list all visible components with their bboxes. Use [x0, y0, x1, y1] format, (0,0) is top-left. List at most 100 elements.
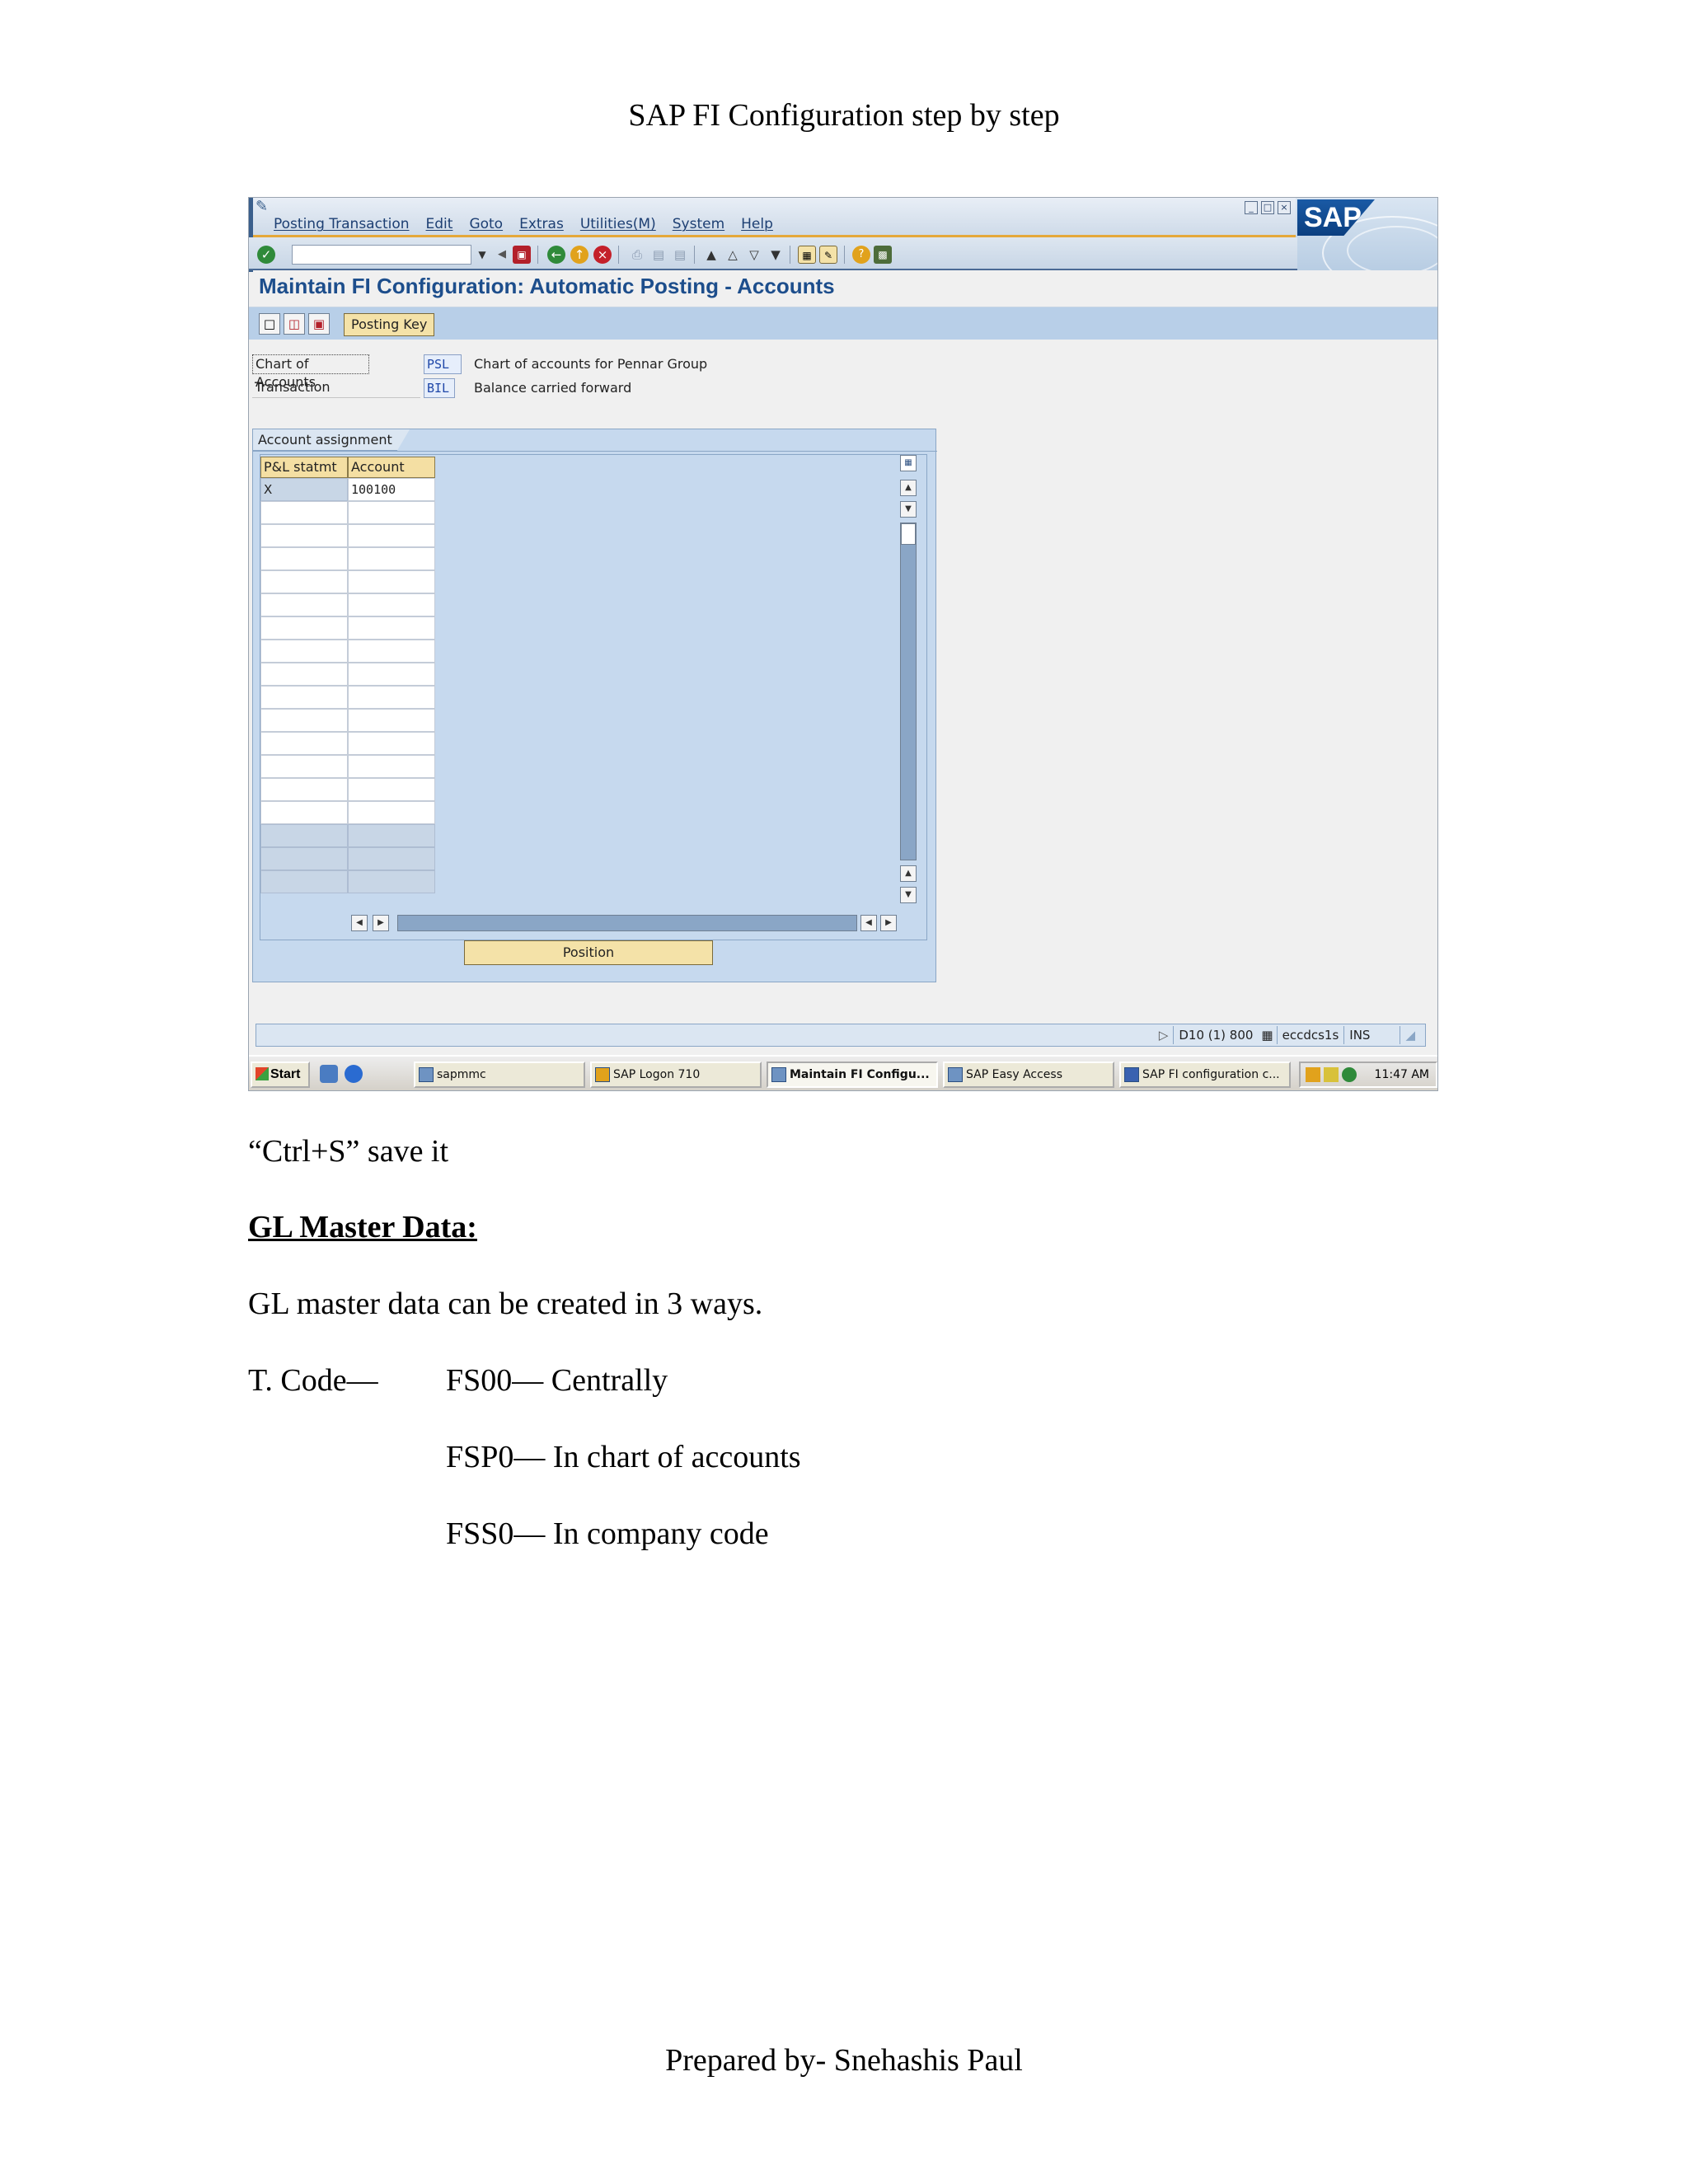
empty-table-cell[interactable] [348, 547, 435, 570]
tray-sap-icon[interactable] [1306, 1067, 1320, 1082]
scroll-right-end-icon[interactable]: ▶ [880, 915, 897, 931]
next-page-icon[interactable]: ▽ [745, 246, 763, 264]
empty-table-cell[interactable] [260, 547, 348, 570]
menu-utilities[interactable]: Utilities(M) [580, 216, 656, 234]
transaction-value[interactable]: BIL [424, 378, 455, 398]
system-info-icon[interactable]: ▦ [1258, 1026, 1276, 1044]
menu-edit[interactable]: Edit [426, 216, 453, 234]
menu-system[interactable]: System [673, 216, 724, 234]
enter-check-icon[interactable]: ✓ [257, 246, 275, 264]
empty-table-cell[interactable] [260, 640, 348, 663]
scroll-right-icon[interactable]: ▶ [373, 915, 389, 931]
empty-table-cell[interactable] [260, 524, 348, 547]
empty-table-cell[interactable] [260, 616, 348, 640]
previous-page-icon[interactable]: △ [724, 246, 742, 264]
minimize-icon[interactable]: _ [1245, 201, 1258, 214]
help-icon[interactable]: ? [852, 246, 870, 264]
empty-table-cell[interactable] [260, 686, 348, 709]
empty-table-cell[interactable] [348, 755, 435, 778]
back-arrow-small-icon[interactable]: ◀ [493, 246, 511, 264]
task-sap-easy-access[interactable]: SAP Easy Access [943, 1062, 1114, 1088]
restore-icon[interactable]: □ [1261, 201, 1274, 214]
new-session-icon[interactable]: ▦ [798, 246, 816, 264]
system-menu-icon[interactable]: ✎ [256, 199, 274, 214]
menu-posting-transaction[interactable]: Posting Transaction [274, 216, 410, 234]
empty-table-cell[interactable] [348, 686, 435, 709]
layout-menu-icon[interactable]: ▩ [874, 246, 892, 264]
empty-table-cell[interactable] [348, 778, 435, 801]
empty-table-cell[interactable] [348, 732, 435, 755]
scroll-down-icon[interactable]: ▼ [900, 501, 917, 518]
empty-table-cell[interactable] [348, 640, 435, 663]
status-expand-icon[interactable]: ▷ [1154, 1026, 1174, 1044]
scroll-left-end-icon[interactable]: ◀ [860, 915, 877, 931]
empty-table-cell[interactable] [348, 501, 435, 524]
toolbar-separator [844, 246, 845, 264]
vertical-scrollbar[interactable]: ▦ ▲ ▼ ▲ ▼ [900, 455, 918, 925]
menu-extras[interactable]: Extras [519, 216, 564, 234]
save-layout-icon[interactable]: ▣ [308, 313, 330, 335]
command-field[interactable] [292, 245, 471, 265]
empty-table-cell[interactable] [348, 616, 435, 640]
empty-table-cell[interactable] [260, 732, 348, 755]
empty-table-cell[interactable] [260, 570, 348, 593]
empty-table-cell[interactable] [260, 801, 348, 824]
task-sapmmc[interactable]: sapmmc [414, 1062, 585, 1088]
empty-table-cell[interactable] [260, 501, 348, 524]
task-maintain-fi[interactable]: Maintain FI Configu... [767, 1062, 938, 1088]
horizontal-scroll-track[interactable] [397, 915, 857, 931]
task-sap-fi-doc[interactable]: SAP FI configuration c... [1119, 1062, 1291, 1088]
cancel-icon[interactable]: × [593, 246, 612, 264]
empty-table-cell[interactable] [348, 663, 435, 686]
exit-icon[interactable]: ↑ [570, 246, 588, 264]
task-sap-logon[interactable]: SAP Logon 710 [590, 1062, 762, 1088]
command-history-icon[interactable]: ▼ [473, 246, 491, 264]
table-cell-pl-statement[interactable]: X [260, 478, 348, 501]
scroll-up-icon[interactable]: ▲ [900, 480, 917, 496]
empty-table-cell[interactable] [348, 524, 435, 547]
resize-grip-icon[interactable]: ◢ [1400, 1026, 1420, 1044]
column-header-pl-statement[interactable]: P&L statmt [260, 457, 348, 478]
close-icon[interactable]: × [1278, 201, 1291, 214]
empty-table-cell[interactable] [260, 709, 348, 732]
empty-table-cell[interactable] [348, 801, 435, 824]
menu-goto[interactable]: Goto [469, 216, 503, 234]
chart-of-accounts-value[interactable]: PSL [424, 354, 462, 374]
page-down-icon[interactable]: ▼ [900, 887, 917, 903]
empty-table-cell[interactable] [348, 709, 435, 732]
position-button[interactable]: Position [464, 940, 713, 965]
toolbar-separator [694, 246, 695, 264]
find-next-icon[interactable]: ▤ [671, 246, 689, 264]
new-entry-icon[interactable]: □ [259, 313, 280, 335]
taskbar-clock[interactable]: 11:47 AM [1375, 1068, 1429, 1081]
column-header-account[interactable]: Account [348, 457, 435, 478]
print-icon[interactable]: ⎙ [628, 246, 646, 264]
back-icon[interactable]: ← [547, 246, 565, 264]
column-settings-icon[interactable]: ▦ [900, 455, 917, 471]
empty-table-cell[interactable] [260, 755, 348, 778]
empty-table-cell[interactable] [348, 593, 435, 616]
last-page-icon[interactable]: ▼ [767, 246, 785, 264]
first-page-icon[interactable]: ▲ [702, 246, 720, 264]
tray-warning-icon[interactable] [1324, 1067, 1339, 1082]
scroll-track[interactable] [900, 523, 917, 860]
empty-table-cell[interactable] [260, 663, 348, 686]
empty-table-cell[interactable] [260, 593, 348, 616]
status-mode[interactable]: INS [1343, 1026, 1375, 1044]
shortcut-icon[interactable]: ✎ [819, 246, 837, 264]
table-cell-account[interactable]: 100100 [348, 478, 435, 501]
scroll-left-icon[interactable]: ◀ [351, 915, 368, 931]
copy-icon[interactable]: ◫ [284, 313, 305, 335]
empty-table-cell[interactable] [260, 778, 348, 801]
menu-help[interactable]: Help [741, 216, 773, 234]
scroll-thumb[interactable] [901, 523, 916, 545]
quick-launch-desktop-icon[interactable] [320, 1065, 338, 1083]
page-up-icon[interactable]: ▲ [900, 865, 917, 882]
tray-status-icon[interactable] [1342, 1067, 1357, 1082]
empty-table-cell[interactable] [348, 570, 435, 593]
quick-launch-browser-icon[interactable] [345, 1065, 363, 1083]
save-icon[interactable]: ▣ [513, 246, 531, 264]
start-button[interactable]: Start [251, 1062, 310, 1088]
find-icon[interactable]: ▤ [649, 246, 668, 264]
posting-key-button[interactable]: Posting Key [344, 313, 435, 336]
